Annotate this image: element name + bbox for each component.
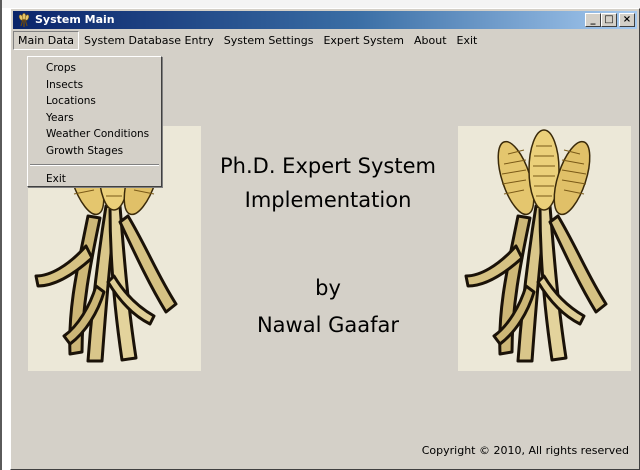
screen-edge [0, 0, 2, 470]
title-bar[interactable]: System Main _ □ × [13, 11, 637, 29]
menu-item-crops[interactable]: Crops [28, 60, 161, 77]
caption-buttons: _ □ × [585, 13, 635, 27]
wheat-image-right [458, 126, 631, 371]
wheat-bundle-icon [464, 129, 608, 363]
menu-separator [30, 164, 159, 166]
minimize-icon: _ [590, 14, 596, 25]
menu-main-data[interactable]: Main Data [13, 31, 80, 50]
menu-item-weather-conditions[interactable]: Weather Conditions [28, 126, 161, 143]
minimize-button[interactable]: _ [585, 13, 601, 27]
menu-system-database-entry[interactable]: System Database Entry [79, 31, 219, 50]
close-button[interactable]: × [619, 13, 635, 27]
author-name: Nawal Gaafar [256, 313, 400, 337]
by-label: by [315, 276, 341, 300]
menu-item-growth-stages[interactable]: Growth Stages [28, 143, 161, 160]
menu-item-years[interactable]: Years [28, 110, 161, 127]
menu-about[interactable]: About [409, 31, 452, 50]
desktop-strip [0, 0, 640, 8]
menu-exit[interactable]: Exit [452, 31, 483, 50]
main-window: System Main _ □ × Main Data System Datab… [10, 8, 640, 470]
wheat-icon [16, 12, 32, 28]
main-data-dropdown: Crops Insects Locations Years Weather Co… [27, 56, 162, 187]
window-title: System Main [35, 13, 115, 26]
copyright-notice: Copyright © 2010, All rights reserved [421, 444, 629, 457]
maximize-icon: □ [604, 14, 614, 25]
menu-item-exit[interactable]: Exit [28, 171, 161, 188]
app-title-line1: Ph.D. Expert System [220, 154, 436, 178]
menu-item-insects[interactable]: Insects [28, 77, 161, 94]
app-title-line2: Implementation [244, 188, 412, 212]
menu-item-locations[interactable]: Locations [28, 93, 161, 110]
menu-expert-system[interactable]: Expert System [318, 31, 409, 50]
maximize-button[interactable]: □ [601, 13, 617, 27]
menu-bar: Main Data System Database Entry System S… [13, 31, 637, 50]
close-icon: × [622, 14, 632, 25]
menu-system-settings[interactable]: System Settings [219, 31, 319, 50]
